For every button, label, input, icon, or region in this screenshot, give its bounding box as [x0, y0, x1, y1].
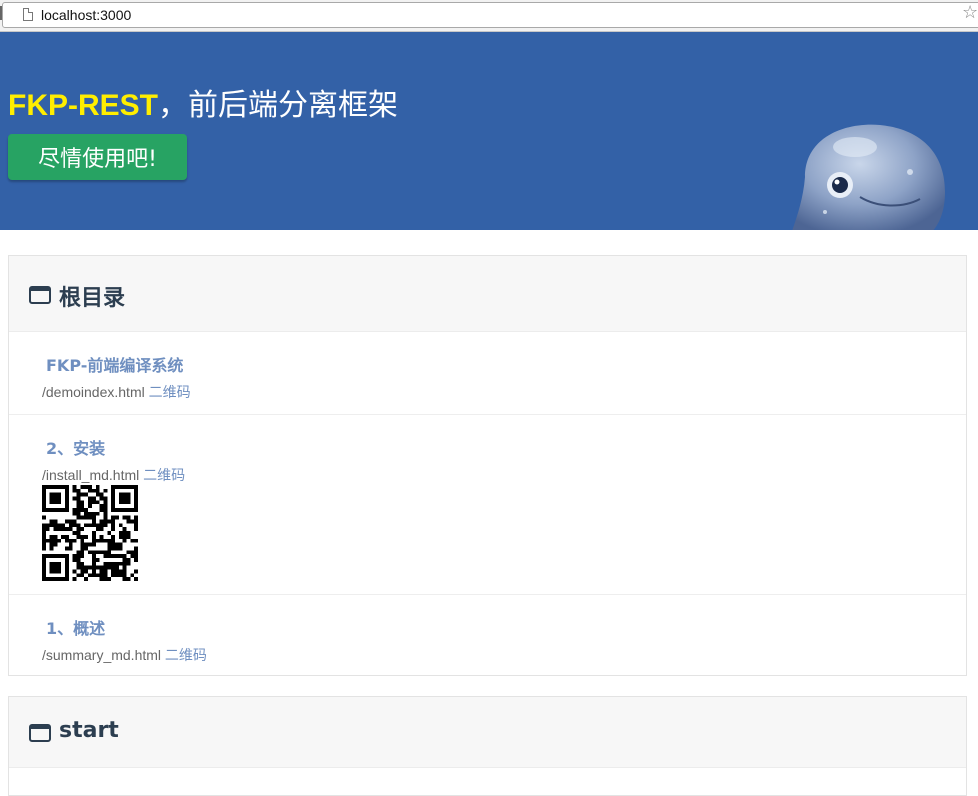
hero-banner: FKP-REST，前后端分离框架 尽情使用吧!: [0, 32, 978, 230]
cta-button[interactable]: 尽情使用吧!: [8, 134, 187, 180]
url-field[interactable]: localhost:3000: [2, 2, 978, 28]
folder-icon: [29, 286, 51, 304]
page-icon: [23, 8, 33, 21]
list-item: 1、概述 /summary_md.html 二维码: [9, 595, 966, 678]
item-meta: /summary_md.html 二维码: [42, 645, 207, 665]
hero-title: FKP-REST，前后端分离框架: [8, 80, 398, 124]
browser-address-bar: localhost:3000 ☆: [0, 0, 978, 32]
hero-tagline: ，前后端分离框架: [158, 88, 398, 123]
qr-code-link[interactable]: 二维码: [165, 648, 207, 664]
url-text[interactable]: localhost:3000: [41, 7, 131, 23]
section-start: start: [8, 696, 967, 796]
item-meta: /install_md.html 二维码: [42, 465, 185, 485]
qr-code-image: [42, 485, 138, 581]
star-icon[interactable]: ☆: [962, 3, 978, 21]
section-root: 根目录 FKP-前端编译系统 /demoindex.html 二维码 2、安装 …: [8, 255, 967, 676]
item-title-link[interactable]: 2、安装: [46, 435, 105, 459]
section-title: 根目录: [59, 286, 126, 311]
item-path: /demoindex.html: [42, 384, 145, 400]
section-title: start: [59, 718, 119, 743]
section-header: 根目录: [9, 256, 966, 332]
folder-icon: [29, 724, 51, 742]
list-item: 2、安装 /install_md.html 二维码: [9, 415, 966, 595]
qr-code-link[interactable]: 二维码: [149, 385, 191, 401]
qr-code-link[interactable]: 二维码: [143, 468, 185, 484]
item-title-link[interactable]: FKP-前端编译系统: [46, 352, 183, 376]
mascot-image: [792, 124, 945, 230]
hero-brand: FKP-REST: [8, 89, 158, 122]
item-path: /install_md.html: [42, 467, 140, 483]
item-meta: /demoindex.html 二维码: [42, 382, 191, 402]
item-title-link[interactable]: 1、概述: [46, 615, 105, 639]
item-path: /summary_md.html: [42, 647, 162, 663]
section-header: start: [9, 697, 966, 768]
list-item: FKP-前端编译系统 /demoindex.html 二维码: [9, 332, 966, 415]
